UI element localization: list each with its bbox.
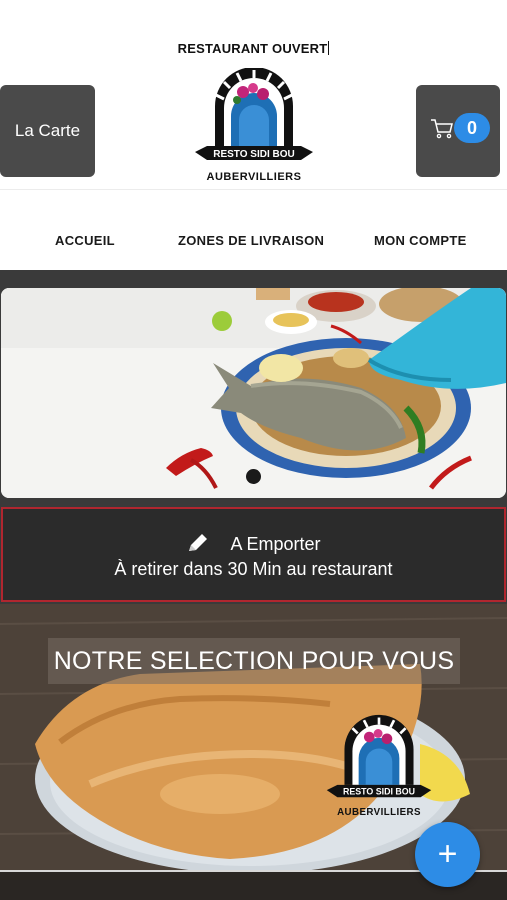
a-emporter-option[interactable]: A Emporter À retirer dans 30 Min au rest… — [1, 507, 506, 602]
cart-count-badge: 0 — [454, 113, 490, 143]
plus-icon: + — [437, 835, 458, 873]
selection-logo: RESTO SIDI BOU AUBERVILLIERS — [325, 714, 433, 822]
la-carte-button[interactable]: La Carte — [0, 85, 95, 177]
add-fab-button[interactable]: + — [415, 822, 480, 887]
selection-logo-name-text: RESTO SIDI BOU — [343, 787, 415, 797]
text-caret — [328, 41, 330, 55]
status-text: RESTAURANT OUVERT — [177, 41, 328, 56]
app-screen: RESTAURANT OUVERT La Carte RESTO SIDI BO… — [0, 0, 507, 900]
logo-city-text: AUBERVILLIERS — [207, 171, 302, 183]
header-divider — [0, 189, 507, 190]
nav-item-accueil[interactable]: ACCUEIL — [55, 233, 115, 248]
emporter-title: A Emporter — [230, 534, 321, 554]
logo-graphic: RESTO SIDI BOU AUBERVILLIERS — [195, 67, 313, 183]
banner-food-image — [1, 288, 506, 498]
selection-logo-graphic: RESTO SIDI BOU AUBERVILLIERS — [326, 714, 432, 818]
restaurant-logo[interactable]: RESTO SIDI BOU AUBERVILLIERS — [193, 67, 315, 186]
nav-item-mon-compte[interactable]: MON COMPTE — [374, 233, 467, 248]
pencil-icon — [189, 534, 208, 551]
cart-button[interactable]: 0 — [416, 85, 500, 177]
emporter-subtitle: À retirer dans 30 Min au restaurant — [114, 559, 393, 579]
logo-name-text: RESTO SIDI BOU — [213, 149, 295, 160]
selection-title: NOTRE SELECTION POUR VOUS — [48, 638, 460, 684]
main-nav: ACCUEIL ZONES DE LIVRAISON MON COMPTE — [0, 233, 507, 253]
banner-carousel[interactable] — [1, 288, 506, 498]
carousel-dot-active[interactable] — [246, 469, 261, 484]
emporter-title-row: A Emporter — [3, 532, 504, 555]
la-carte-label: La Carte — [14, 121, 81, 140]
nav-item-zones-de-livraison[interactable]: ZONES DE LIVRAISON — [178, 233, 324, 248]
restaurant-status: RESTAURANT OUVERT — [0, 41, 507, 56]
selection-logo-city-text: AUBERVILLIERS — [337, 807, 421, 818]
shopping-cart-icon — [431, 119, 453, 139]
